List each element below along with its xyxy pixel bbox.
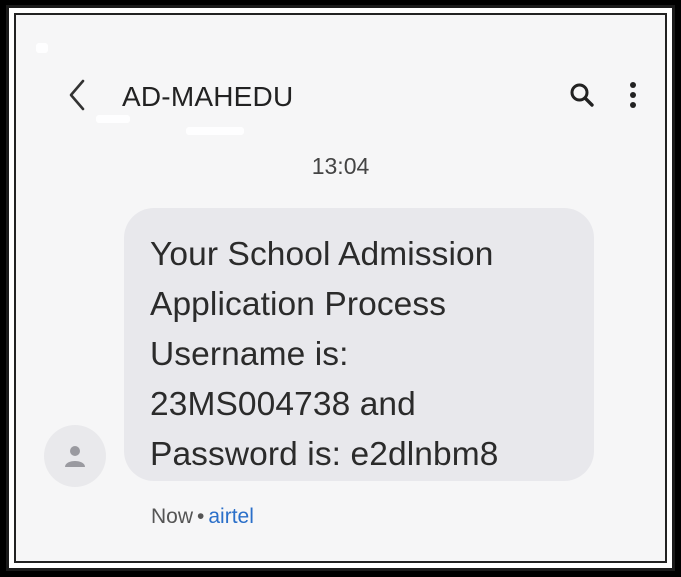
search-icon <box>570 83 594 107</box>
message-bubble[interactable]: Your School Admission Application Proces… <box>124 208 594 481</box>
message-date-divider: 13:04 <box>311 153 370 179</box>
conversation-title: AD-MAHEDU <box>122 81 294 112</box>
redaction-mark <box>186 127 244 135</box>
screenshot-frame: AD-MAHEDU 13:04 Your School Admission Ap… <box>6 5 675 571</box>
more-options-button[interactable] <box>620 77 646 113</box>
search-button[interactable] <box>564 77 600 113</box>
chevron-left-icon <box>69 79 85 111</box>
status-separator: • <box>197 505 205 528</box>
message-text: Your School Admission Application Proces… <box>150 236 499 473</box>
message-time: Now <box>151 505 194 528</box>
sender-avatar[interactable] <box>44 425 106 487</box>
person-icon <box>65 446 85 467</box>
message-status: Now • airtel <box>151 505 254 529</box>
back-button[interactable] <box>60 75 94 115</box>
carrier-label: airtel <box>208 505 254 528</box>
conversation-header: AD-MAHEDU <box>16 15 665 125</box>
more-vertical-icon <box>630 82 636 108</box>
messaging-screen: AD-MAHEDU 13:04 Your School Admission Ap… <box>14 13 667 563</box>
